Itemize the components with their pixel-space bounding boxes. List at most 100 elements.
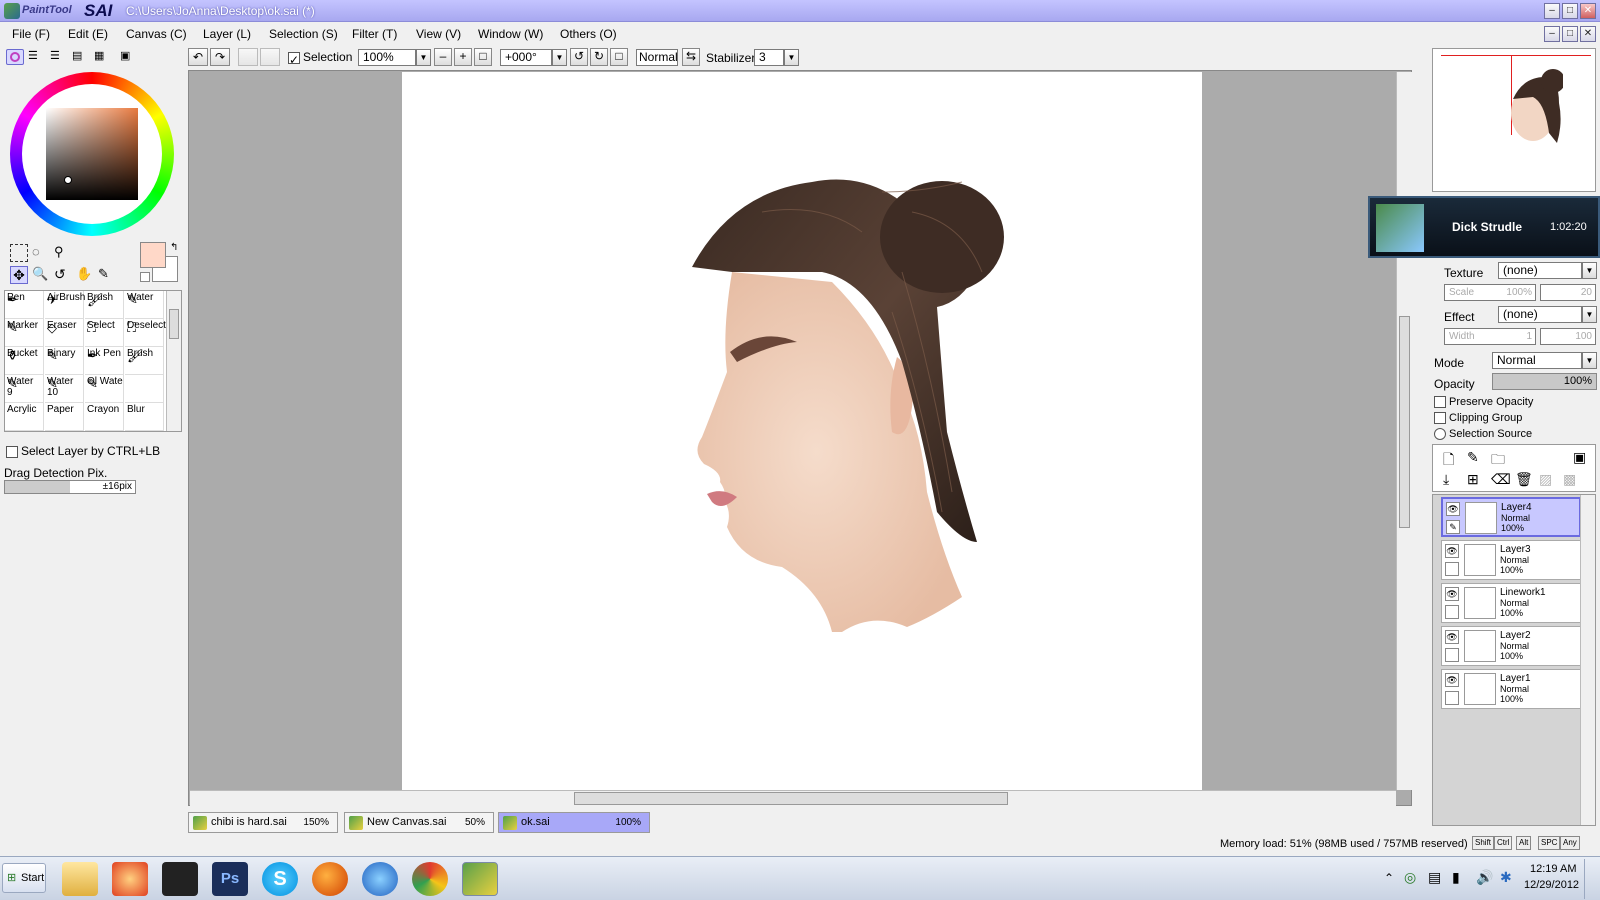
layer-row[interactable]: 👁 Linework1 Normal 100% [1441, 583, 1581, 623]
zoom-dropdown-icon[interactable]: ▼ [416, 49, 431, 66]
redo-icon[interactable]: ↷ [210, 48, 230, 66]
eye-icon[interactable]: 👁 [1445, 544, 1459, 558]
color-picker-cursor[interactable] [64, 176, 72, 184]
show-hidden-icons[interactable]: ⌃ [1384, 871, 1394, 885]
stabilizer-field[interactable]: 3 [754, 49, 784, 66]
menu-canvas[interactable]: Canvas (C) [126, 27, 187, 41]
effect-dropdown-icon[interactable]: ▼ [1582, 306, 1597, 323]
eye-icon[interactable]: 👁 [1445, 673, 1459, 687]
tool-airbrush[interactable]: AirBrush ✈ [45, 291, 85, 319]
new-folder-icon[interactable]: 🗀 [1491, 449, 1505, 473]
select-layer-option[interactable]: Select Layer by CTRL+LB [6, 444, 160, 458]
layer-row[interactable]: 👁 ✎ Layer4 Normal 100% [1441, 497, 1581, 537]
new-layer-icon[interactable]: 🗋 [1443, 449, 1454, 473]
invert-selection-icon[interactable] [260, 48, 280, 66]
hand-icon[interactable]: ✋ [76, 266, 94, 284]
tool-select[interactable]: Select ⛶ [85, 319, 124, 347]
empty-slot[interactable] [1445, 562, 1459, 576]
clock-date[interactable]: 12/29/2012 [1524, 879, 1579, 891]
tool-acrylic[interactable]: Acrylic [5, 403, 44, 431]
scale-number[interactable]: 20 [1540, 284, 1596, 301]
mixer-icon[interactable]: ▣ [120, 50, 136, 64]
document-tab[interactable]: chibi is hard.sai 150% [188, 812, 338, 833]
menu-view[interactable]: View (V) [416, 27, 461, 41]
tool-palette-scrollbar[interactable] [166, 291, 181, 431]
move-icon[interactable]: ✥ [10, 266, 28, 284]
rotate-right-icon[interactable]: ↻ [590, 48, 608, 66]
paint-tool-sai-taskbar-icon[interactable] [462, 862, 498, 896]
key-indicator[interactable]: Shift [1472, 836, 1495, 850]
tool-ol-wate[interactable]: Ol Wate ✎ [85, 375, 124, 403]
empty-slot[interactable] [1445, 691, 1459, 705]
mode-dropdown-icon[interactable]: ▼ [1582, 352, 1597, 369]
tool-crayon[interactable]: Crayon [85, 403, 124, 431]
notification-toast[interactable]: Dick Strudle 1:02:20 [1368, 196, 1600, 258]
swatches-icon[interactable]: ▤ [72, 50, 90, 64]
scratchpad-icon[interactable]: ▦ [94, 50, 114, 64]
canvas-hscroll-thumb[interactable] [574, 792, 1008, 805]
new-linework-layer-icon[interactable]: ✎ [1467, 449, 1479, 466]
saturation-value-box[interactable] [46, 108, 138, 200]
zoom-reset-icon[interactable]: □ [474, 48, 492, 66]
doc-close-button[interactable]: ✕ [1580, 26, 1596, 42]
rotation-field[interactable]: +000° [500, 49, 552, 66]
delete-mask-icon[interactable]: ▩ [1563, 471, 1576, 488]
key-indicator[interactable]: Any [1560, 836, 1580, 850]
width-slider[interactable]: Width 1 [1444, 328, 1536, 345]
menu-file[interactable]: File (F) [12, 27, 50, 41]
preserve-opacity-option[interactable]: Preserve Opacity [1434, 396, 1533, 409]
select-layer-checkbox[interactable] [6, 445, 18, 458]
layer-row[interactable]: 👁 Layer2 Normal 100% [1441, 626, 1581, 666]
layer-row[interactable]: 👁 Layer3 Normal 100% [1441, 540, 1581, 580]
tray-icon-3[interactable]: ✱ [1500, 869, 1512, 886]
reset-colors-icon[interactable] [140, 272, 150, 282]
hsv-slider-icon[interactable]: ☰ [50, 50, 66, 64]
width-number[interactable]: 100 [1540, 328, 1596, 345]
navigator-preview[interactable] [1432, 48, 1596, 192]
view-mode-field[interactable]: Normal [636, 49, 678, 66]
effect-field[interactable]: (none) [1498, 306, 1582, 323]
network-icon[interactable]: ▮ [1452, 869, 1460, 886]
rect-select-icon[interactable] [10, 244, 28, 262]
start-button[interactable]: ⊞ Start [2, 863, 46, 893]
ccleaner-icon[interactable] [112, 862, 148, 896]
mask-icon[interactable]: ▣ [1573, 449, 1586, 466]
rotate-left-icon[interactable]: ↺ [570, 48, 588, 66]
tool-empty[interactable] [125, 375, 164, 403]
eye-icon[interactable]: 👁 [1445, 630, 1459, 644]
empty-slot[interactable] [1445, 648, 1459, 662]
tool-brush[interactable]: Brush 🖌 [85, 291, 124, 319]
canvas-paper[interactable] [402, 72, 1202, 792]
tray-icon-1[interactable]: ◎ [1404, 869, 1416, 886]
clipping-group-option[interactable]: Clipping Group [1434, 412, 1522, 425]
deselect-icon[interactable] [238, 48, 258, 66]
eyedropper-icon[interactable]: ✎ [98, 266, 116, 284]
menu-edit[interactable]: Edit (E) [68, 27, 108, 41]
menu-others[interactable]: Others (O) [560, 27, 617, 41]
selection-toggle[interactable]: ✓ Selection [288, 50, 352, 67]
canvas-vertical-scrollbar[interactable] [1396, 72, 1412, 790]
tool-paper[interactable]: Paper [45, 403, 84, 431]
doc-minimize-button[interactable]: – [1544, 26, 1560, 42]
tool-ink-pen[interactable]: Ink Pen ✒ [85, 347, 124, 375]
skype-icon[interactable]: S [262, 862, 298, 896]
menu-filter[interactable]: Filter (T) [352, 27, 397, 41]
clear-layer-icon[interactable]: ⌫ [1491, 471, 1511, 488]
zoom-out-icon[interactable]: – [434, 48, 452, 66]
eye-icon[interactable]: 👁 [1446, 502, 1460, 516]
layer-row[interactable]: 👁 Layer1 Normal 100% [1441, 669, 1581, 709]
smugmug-icon[interactable] [162, 862, 198, 896]
document-tab[interactable]: New Canvas.sai 50% [344, 812, 494, 833]
minimize-button[interactable]: – [1544, 3, 1560, 19]
undo-icon[interactable]: ↶ [188, 48, 208, 66]
tool-brush[interactable]: Brush 🖌 [125, 347, 164, 375]
zoom-in-icon[interactable]: + [454, 48, 472, 66]
close-button[interactable]: ✕ [1580, 3, 1596, 19]
tool-water[interactable]: Water ✎ [125, 291, 164, 319]
menu-window[interactable]: Window (W) [478, 27, 543, 41]
texture-field[interactable]: (none) [1498, 262, 1582, 279]
mode-field[interactable]: Normal [1492, 352, 1582, 369]
rgb-slider-icon[interactable]: ☰ [28, 50, 44, 64]
delete-layer-icon[interactable]: 🗑 [1515, 471, 1533, 488]
tool-binary[interactable]: Binary ✎ [45, 347, 84, 375]
